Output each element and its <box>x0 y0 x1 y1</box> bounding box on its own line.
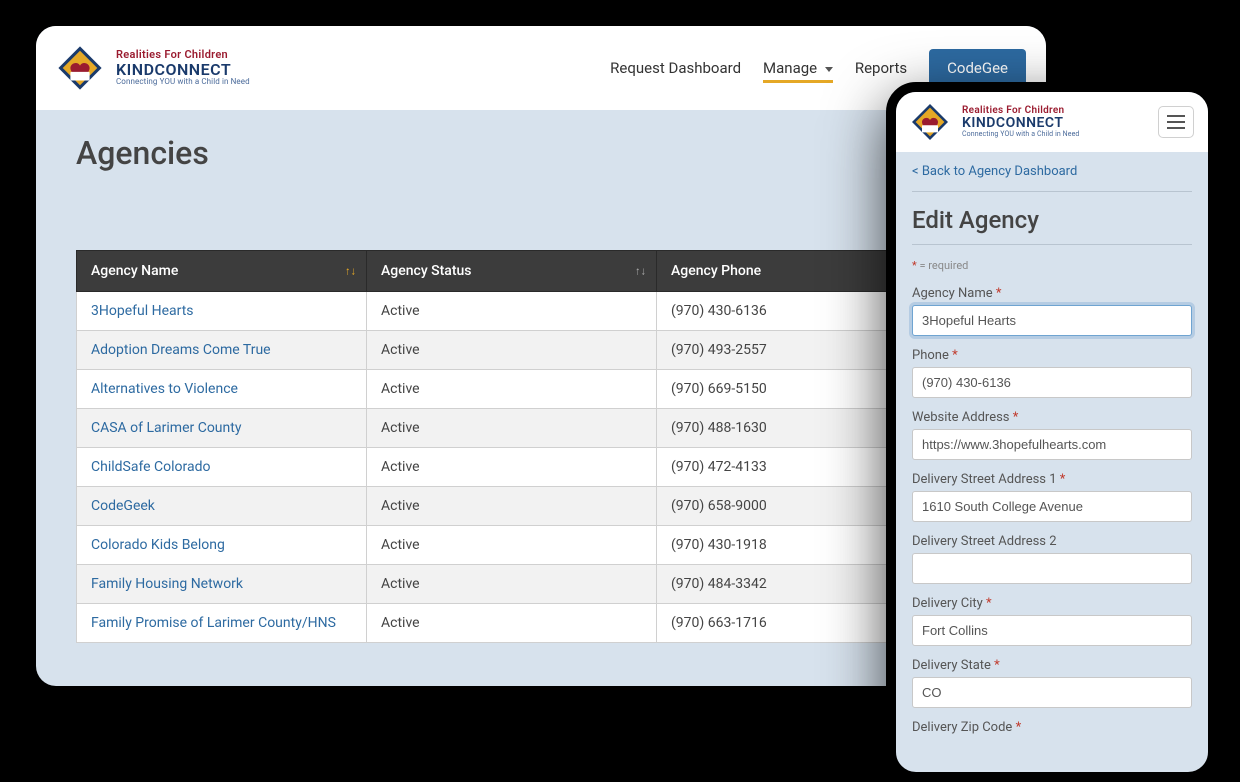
field-website: Website Address * <box>912 410 1192 460</box>
brand-logo[interactable]: Realities For Children KINDCONNECT Conne… <box>910 102 1079 142</box>
table-row: CASA of Larimer CountyActive(970) 488-16… <box>77 409 1006 448</box>
sort-icon: ↑↓ <box>345 265 356 278</box>
brand-line3: Connecting YOU with a Child in Need <box>116 78 250 87</box>
chevron-down-icon <box>825 67 833 72</box>
agency-status-cell: Active <box>367 526 657 565</box>
agency-name-link[interactable]: CodeGeek <box>77 487 367 526</box>
table-row: Colorado Kids BelongActive(970) 430-1918 <box>77 526 1006 565</box>
hamburger-menu-button[interactable] <box>1158 106 1194 138</box>
agency-name-link[interactable]: Alternatives to Violence <box>77 370 367 409</box>
col-header-name-label: Agency Name <box>91 263 178 279</box>
agency-name-link[interactable]: Colorado Kids Belong <box>77 526 367 565</box>
agency-status-cell: Active <box>367 370 657 409</box>
field-phone: Phone * <box>912 348 1192 398</box>
logo-icon <box>910 102 950 142</box>
brand-line2: KINDCONNECT <box>116 61 250 79</box>
nav-reports[interactable]: Reports <box>855 59 907 77</box>
nav-manage-label: Manage <box>763 59 817 77</box>
input-agency-name[interactable] <box>912 305 1192 336</box>
input-address2[interactable] <box>912 553 1192 584</box>
logo-icon <box>56 44 104 92</box>
field-address1: Delivery Street Address 1 * <box>912 472 1192 522</box>
logo-text: Realities For Children KINDCONNECT Conne… <box>116 49 250 87</box>
agency-name-link[interactable]: ChildSafe Colorado <box>77 448 367 487</box>
label-phone: Phone * <box>912 348 1192 363</box>
brand-line3: Connecting YOU with a Child in Need <box>962 131 1079 139</box>
label-agency-name: Agency Name * <box>912 286 1192 301</box>
label-address2: Delivery Street Address 2 <box>912 534 1192 549</box>
agency-name-link[interactable]: 3Hopeful Hearts <box>77 292 367 331</box>
table-row: Alternatives to ViolenceActive(970) 669-… <box>77 370 1006 409</box>
table-row: Adoption Dreams Come TrueActive(970) 493… <box>77 331 1006 370</box>
page-title: Agencies <box>76 134 1006 172</box>
show-entries-control: Show 10 <box>76 220 1026 244</box>
hamburger-icon <box>1167 115 1185 117</box>
divider <box>912 244 1192 245</box>
agency-status-cell: Active <box>367 487 657 526</box>
label-city: Delivery City * <box>912 596 1192 611</box>
input-city[interactable] <box>912 615 1192 646</box>
field-city: Delivery City * <box>912 596 1192 646</box>
field-state: Delivery State * <box>912 658 1192 708</box>
agency-status-cell: Active <box>367 292 657 331</box>
brand-line2: KINDCONNECT <box>962 116 1079 131</box>
col-header-status[interactable]: Agency Status ↑↓ <box>367 251 657 292</box>
brand-logo[interactable]: Realities For Children KINDCONNECT Conne… <box>56 44 250 92</box>
agency-status-cell: Active <box>367 409 657 448</box>
table-row: Family Housing NetworkActive(970) 484-33… <box>77 565 1006 604</box>
agency-name-link[interactable]: Family Promise of Larimer County/HNS <box>77 604 367 643</box>
input-phone[interactable] <box>912 367 1192 398</box>
page-title: Edit Agency <box>912 206 1192 234</box>
agency-status-cell: Active <box>367 565 657 604</box>
agency-status-cell: Active <box>367 331 657 370</box>
table-row: CodeGeekActive(970) 658-9000 <box>77 487 1006 526</box>
col-header-status-label: Agency Status <box>381 263 472 279</box>
col-header-name[interactable]: Agency Name ↑↓ <box>77 251 367 292</box>
label-state: Delivery State * <box>912 658 1192 673</box>
field-zip: Delivery Zip Code * <box>912 720 1192 735</box>
agency-name-link[interactable]: Adoption Dreams Come True <box>77 331 367 370</box>
field-address2: Delivery Street Address 2 <box>912 534 1192 584</box>
input-state[interactable] <box>912 677 1192 708</box>
nav-request-dashboard[interactable]: Request Dashboard <box>610 59 741 77</box>
mobile-window: Realities For Children KINDCONNECT Conne… <box>886 82 1218 782</box>
nav-manage[interactable]: Manage <box>763 59 833 77</box>
mobile-header: Realities For Children KINDCONNECT Conne… <box>896 92 1208 152</box>
agency-status-cell: Active <box>367 448 657 487</box>
agency-name-link[interactable]: Family Housing Network <box>77 565 367 604</box>
label-zip: Delivery Zip Code * <box>912 720 1192 735</box>
required-note: * = required <box>912 259 1192 272</box>
divider <box>912 191 1192 192</box>
field-agency-name: Agency Name * <box>912 286 1192 336</box>
agencies-table: Agency Name ↑↓ Agency Status ↑↓ Agency P… <box>76 250 1006 643</box>
table-row: 3Hopeful HeartsActive(970) 430-6136 <box>77 292 1006 331</box>
col-header-phone-label: Agency Phone <box>671 263 761 279</box>
logo-text: Realities For Children KINDCONNECT Conne… <box>962 105 1079 139</box>
table-row: ChildSafe ColoradoActive(970) 472-4133 <box>77 448 1006 487</box>
table-row: Family Promise of Larimer County/HNSActi… <box>77 604 1006 643</box>
sort-icon: ↑↓ <box>635 265 646 278</box>
mobile-body: < Back to Agency Dashboard Edit Agency *… <box>896 152 1208 759</box>
input-website[interactable] <box>912 429 1192 460</box>
agency-status-cell: Active <box>367 604 657 643</box>
title-row: Agencies Ne <box>76 134 1006 180</box>
input-address1[interactable] <box>912 491 1192 522</box>
label-address1: Delivery Street Address 1 * <box>912 472 1192 487</box>
back-to-dashboard-link[interactable]: < Back to Agency Dashboard <box>912 164 1077 179</box>
agency-name-link[interactable]: CASA of Larimer County <box>77 409 367 448</box>
label-website: Website Address * <box>912 410 1192 425</box>
